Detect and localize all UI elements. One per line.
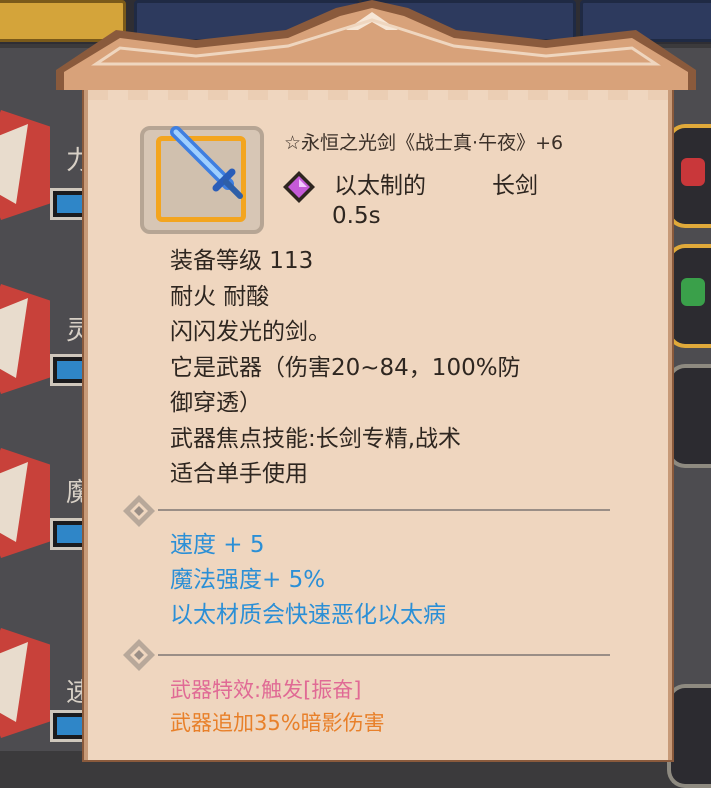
effect-text: 武器特效:触发[振奋] xyxy=(170,678,362,702)
effect-text: 武器追加35%暗影伤害 xyxy=(170,711,385,735)
description-line: 御穿透） xyxy=(170,390,262,416)
tooltip-crown-ornament xyxy=(56,0,696,90)
sword-icon xyxy=(170,126,243,199)
item-material-row: 以太制的 长剑 xyxy=(334,166,538,200)
stat-badge-icon xyxy=(0,628,50,738)
purple-gem-icon xyxy=(283,171,315,203)
description-line: 闪闪发光的剑。 xyxy=(170,319,331,345)
bonus-line: 以太材质会快速恶化以太病 xyxy=(170,602,446,628)
bonus-line: 速度 + 5 xyxy=(170,532,265,558)
weapon-effect: 武器特效:触发[振奋] xyxy=(170,674,361,706)
diamond-icon xyxy=(123,639,155,671)
divider xyxy=(158,509,610,511)
item-icon-frame xyxy=(140,126,264,234)
divider xyxy=(158,654,610,656)
gem-icon xyxy=(681,278,705,306)
bonus-line: 魔法强度+ 5% xyxy=(170,567,326,593)
equipment-slot[interactable] xyxy=(667,364,711,468)
description-line: 耐火 耐酸 xyxy=(170,283,270,310)
description-line: 武器焦点技能:长剑专精,战术 xyxy=(170,425,462,452)
stat-badge-icon xyxy=(0,110,50,220)
description-line: 装备等级 113 xyxy=(170,248,314,274)
description-line: 它是武器（伤害20~84，100%防 xyxy=(170,354,521,381)
equipment-slot[interactable] xyxy=(667,124,711,228)
weapon-effect: 武器追加35%暗影伤害 xyxy=(170,707,385,739)
item-description: 装备等级 113 耐火 耐酸 闪闪发光的剑。 它是武器（伤害20~84，100%… xyxy=(170,244,590,493)
equipment-slot[interactable] xyxy=(667,684,711,788)
weapon-type-label: 长剑 xyxy=(492,173,538,199)
diamond-icon xyxy=(123,495,155,527)
equipment-slot[interactable] xyxy=(667,244,711,348)
stat-badge-icon xyxy=(0,284,50,394)
attack-speed: 0.5s xyxy=(332,203,381,229)
item-name: ☆永恒之光剑《战士真·午夜》+6 xyxy=(284,132,564,154)
material-label: 以太制的 xyxy=(334,173,426,199)
stat-badge-icon xyxy=(0,448,50,558)
character-stats-panel: 力 灵 魔 速 xyxy=(0,48,96,751)
gem-icon xyxy=(681,158,705,186)
description-line: 适合单手使用 xyxy=(170,461,308,487)
